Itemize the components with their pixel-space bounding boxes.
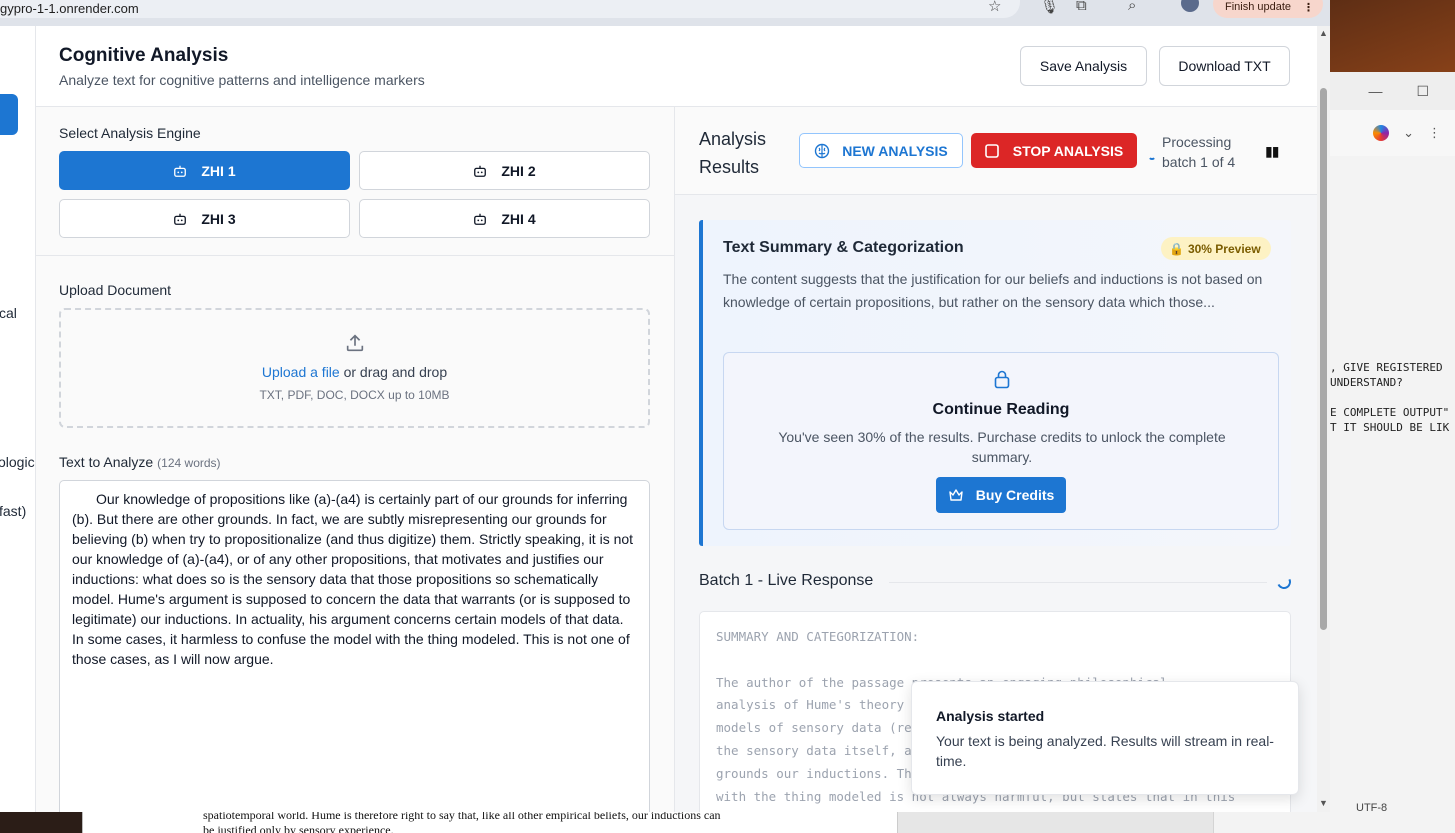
minimize-icon[interactable]: —: [1368, 83, 1382, 99]
background-document-window: spatiotemporal world. Hume is therefore …: [82, 808, 1213, 833]
engine-option-label: ZHI 3: [201, 210, 236, 227]
section-divider: [36, 255, 675, 256]
save-analysis-button[interactable]: Save Analysis: [1020, 46, 1147, 86]
word-count: (124 words): [157, 456, 221, 470]
new-analysis-label: NEW ANALYSIS: [842, 142, 948, 159]
upload-hint: TXT, PDF, DOC, DOCX up to 10MB: [259, 388, 450, 402]
bot-icon: [174, 165, 187, 177]
stop-analysis-label: STOP ANALYSIS: [1012, 142, 1124, 159]
results-header: Analysis Results NEW ANALYSIS STOP ANALY…: [675, 107, 1317, 195]
scroll-up-icon[interactable]: ▲: [1319, 28, 1328, 38]
engine-option-zhi2[interactable]: ZHI 2: [359, 151, 650, 190]
menu-dots-icon: ⋮: [1303, 1, 1315, 14]
new-analysis-button[interactable]: NEW ANALYSIS: [799, 133, 963, 168]
bot-icon: [474, 213, 487, 225]
summary-title: Text Summary & Categorization: [723, 239, 964, 256]
page-scrollbar[interactable]: ▲ ▼: [1317, 26, 1330, 812]
spinner-icon: [1148, 152, 1156, 160]
paywall-box: Continue Reading You've seen 30% of the …: [723, 352, 1279, 530]
bookmark-star-icon[interactable]: ☆: [988, 0, 1001, 15]
engine-option-label: ZHI 1: [201, 162, 236, 179]
finish-update-button[interactable]: Finish update ⋮: [1213, 0, 1323, 18]
summary-card: Text Summary & Categorization 🔒 30% Previ…: [699, 220, 1291, 546]
upload-label: Upload Document: [59, 282, 172, 298]
results-title: Analysis Results: [699, 129, 767, 177]
continue-reading-title: Continue Reading: [932, 401, 1070, 418]
lock-icon: 🔒: [1169, 241, 1184, 256]
profile-avatar[interactable]: [1181, 0, 1199, 12]
stop-analysis-button[interactable]: STOP ANALYSIS: [971, 133, 1137, 168]
sidebar-item-label[interactable]: cal: [0, 305, 17, 321]
toast-title: Analysis started: [936, 708, 1045, 724]
upload-file-link[interactable]: Upload a file: [262, 364, 340, 380]
more-icon[interactable]: ⋮: [1428, 125, 1441, 141]
engine-option-label: ZHI 4: [501, 210, 536, 227]
processing-status: Processing batch 1 of 4: [1162, 134, 1236, 170]
microphone-icon[interactable]: 🎙: [1040, 0, 1059, 15]
toast-notification: Analysis started Your text is being anal…: [911, 681, 1299, 795]
drag-drop-text: or drag and drop: [339, 364, 448, 380]
browser-chrome: gypro-1-1.onrender.com ☆ 🎙 ⧉ ⌕ Finish up…: [0, 0, 1330, 26]
text-input-label-row: Text to Analyze (124 words): [59, 454, 221, 470]
extensions-icon[interactable]: ⧉: [1076, 0, 1087, 14]
upload-instructions: Upload a file or drag and drop: [61, 364, 648, 380]
scrollbar-thumb[interactable]: [1320, 88, 1327, 630]
input-panel: Select Analysis Engine ZHI 1 ZHI 2 ZHI 3…: [36, 107, 675, 812]
bot-icon: [474, 165, 487, 177]
upload-dropzone[interactable]: Upload a file or drag and drop TXT, PDF,…: [59, 308, 650, 428]
page-title: Cognitive Analysis: [59, 45, 229, 66]
download-txt-button[interactable]: Download TXT: [1159, 46, 1290, 86]
brain-icon: [815, 143, 830, 158]
encoding-label: UTF-8: [1356, 802, 1388, 814]
stop-square-icon: [984, 143, 999, 158]
upload-icon: [346, 334, 364, 352]
maximize-icon[interactable]: ☐: [1416, 83, 1429, 100]
buy-credits-label: Buy Credits: [975, 487, 1055, 503]
lock-icon: [994, 370, 1010, 389]
text-input-label: Text to Analyze: [59, 454, 154, 470]
engine-option-zhi3[interactable]: ZHI 3: [59, 199, 350, 238]
url-text: gypro-1-1.onrender.com: [0, 0, 139, 16]
pause-icon[interactable]: ▮▮: [1265, 143, 1279, 160]
address-bar[interactable]: gypro-1-1.onrender.com: [0, 0, 1020, 18]
sidebar-item-label[interactable]: ological: [0, 454, 35, 470]
preview-badge: 🔒 30% Preview: [1161, 237, 1271, 260]
lens-search-icon[interactable]: ⌕: [1128, 0, 1136, 14]
text-to-analyze-input[interactable]: Our knowledge of propositions like (a)-(…: [59, 480, 650, 812]
engine-option-label: ZHI 2: [501, 162, 536, 179]
batch-title: Batch 1 - Live Response: [699, 572, 874, 589]
engine-label: Select Analysis Engine: [59, 125, 201, 141]
copilot-icon[interactable]: [1373, 125, 1390, 141]
summary-text: The content suggests that the justificat…: [723, 271, 1263, 310]
document-page: spatiotemporal world. Hume is therefore …: [83, 808, 898, 833]
scroll-down-icon[interactable]: ▼: [1319, 798, 1328, 808]
page-header: Cognitive Analysis Analyze text for cogn…: [36, 26, 1317, 107]
sidebar-item-label[interactable]: fast): [0, 503, 26, 519]
sidebar: cal ological fast): [0, 26, 36, 812]
batch-divider: [889, 582, 1267, 583]
crown-icon: [949, 489, 963, 501]
continue-reading-text: You've seen 30% of the results. Purchase…: [778, 429, 1226, 465]
preview-badge-label: 30% Preview: [1187, 241, 1261, 256]
finish-update-label: Finish update: [1225, 1, 1292, 13]
bot-icon: [174, 213, 187, 225]
buy-credits-button[interactable]: Buy Credits: [936, 477, 1066, 513]
engine-option-zhi1[interactable]: ZHI 1: [59, 151, 350, 190]
page-subtitle: Analyze text for cognitive patterns and …: [59, 72, 425, 88]
chevron-down-icon[interactable]: ⌄: [1403, 125, 1414, 141]
sidebar-active-item[interactable]: [0, 94, 18, 135]
notepad-text: , GIVE REGISTERED UNDERSTAND? E COMPLETE…: [1330, 361, 1450, 434]
notepad-status-bar: UTF-8: [1330, 797, 1455, 819]
spinner-icon: [1275, 573, 1293, 591]
engine-option-zhi4[interactable]: ZHI 4: [359, 199, 650, 238]
toast-text: Your text is being analyzed. Results wil…: [936, 733, 1274, 769]
